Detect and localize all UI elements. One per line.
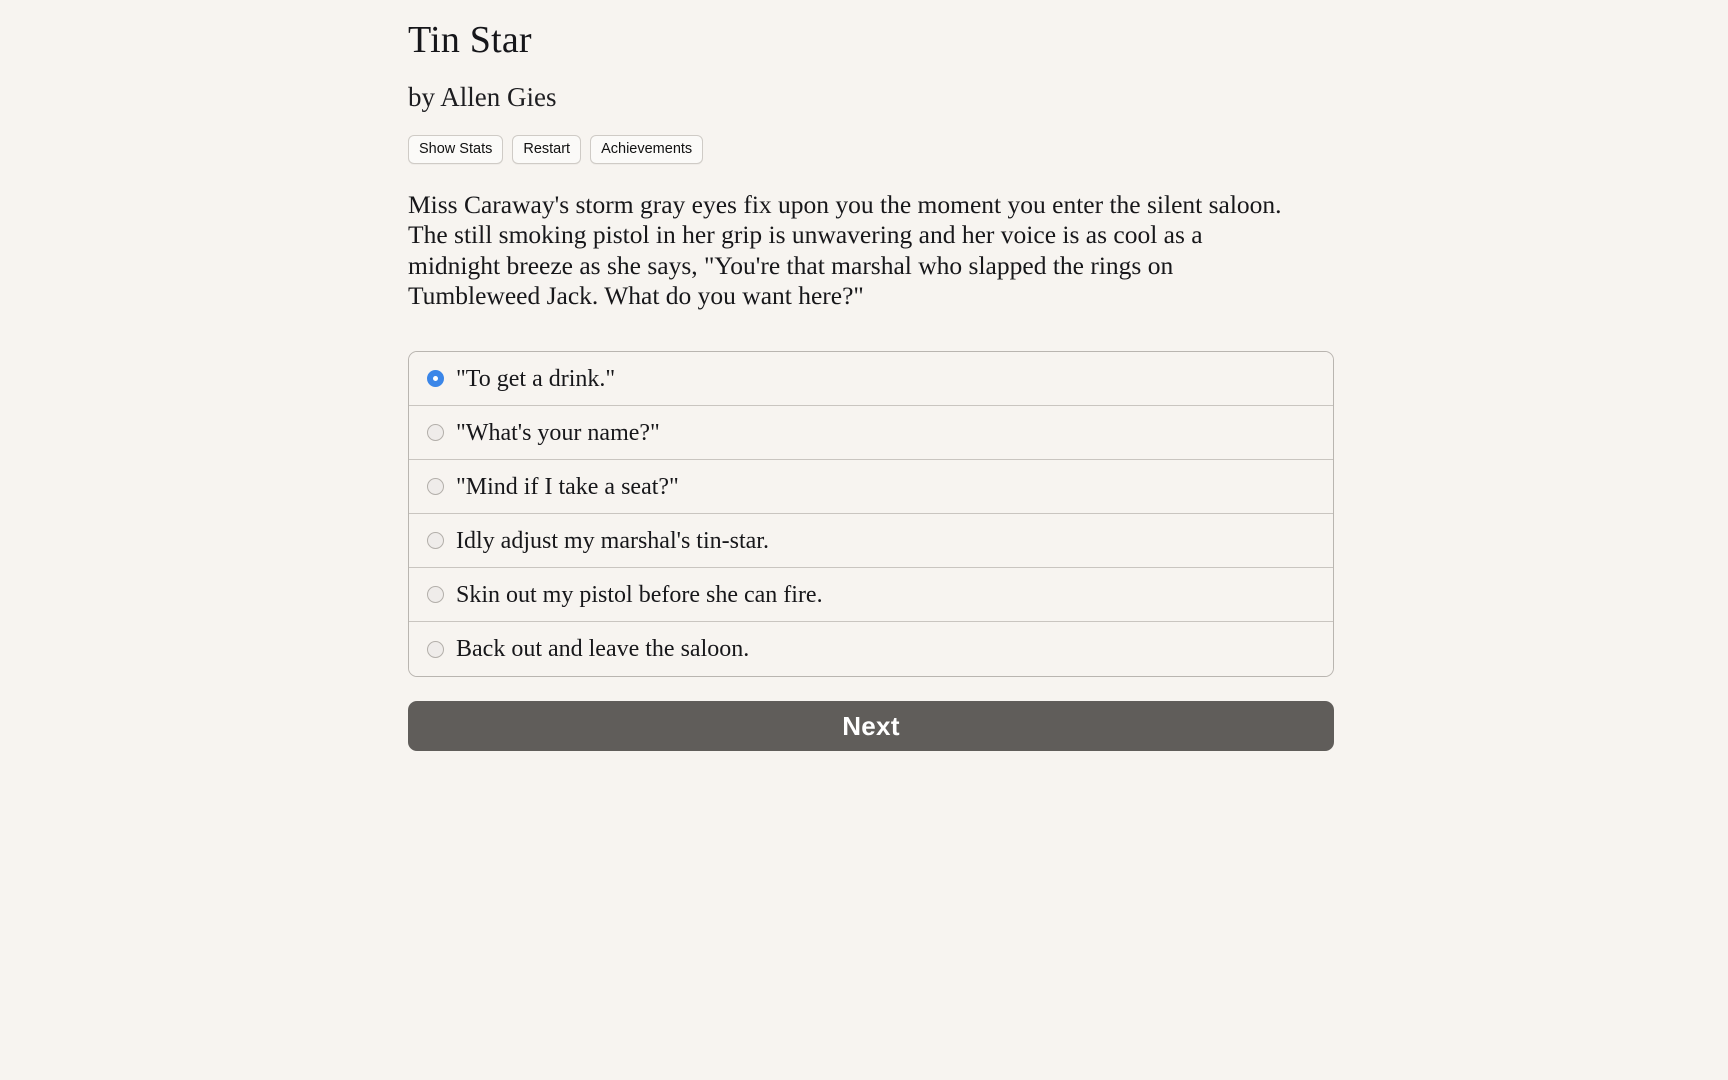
- next-button[interactable]: Next: [408, 701, 1334, 752]
- choice-label: "To get a drink.": [456, 365, 616, 392]
- choice-option-4[interactable]: Idly adjust my marshal's tin-star.: [409, 514, 1333, 569]
- choice-label: Back out and leave the saloon.: [456, 636, 750, 663]
- story-page: Tin Star by Allen Gies Show Stats Restar…: [0, 0, 1728, 1080]
- choice-option-5[interactable]: Skin out my pistol before she can fire.: [409, 568, 1333, 623]
- radio-icon[interactable]: [427, 532, 444, 550]
- choice-label: Idly adjust my marshal's tin-star.: [456, 527, 769, 554]
- radio-icon-selected[interactable]: [427, 370, 444, 388]
- radio-icon[interactable]: [427, 640, 444, 658]
- choice-list: "To get a drink." "What's your name?" "M…: [408, 351, 1334, 678]
- achievements-button[interactable]: Achievements: [590, 134, 704, 164]
- choice-label: "What's your name?": [456, 419, 660, 446]
- radio-icon[interactable]: [427, 424, 444, 442]
- choice-option-3[interactable]: "Mind if I take a seat?": [409, 460, 1333, 515]
- story-content: Tin Star by Allen Gies Show Stats Restar…: [408, 0, 1336, 752]
- restart-button[interactable]: Restart: [512, 134, 582, 164]
- choice-option-2[interactable]: "What's your name?": [409, 406, 1333, 461]
- toolbar: Show Stats Restart Achievements: [408, 113, 1336, 164]
- story-passage: Miss Caraway's storm gray eyes fix upon …: [408, 189, 1282, 310]
- radio-icon[interactable]: [427, 586, 444, 604]
- choice-label: Skin out my pistol before she can fire.: [456, 581, 823, 608]
- page-title: Tin Star: [408, 19, 532, 61]
- choice-option-1[interactable]: "To get a drink.": [409, 352, 1333, 407]
- show-stats-button[interactable]: Show Stats: [408, 134, 504, 164]
- choice-label: "Mind if I take a seat?": [456, 473, 679, 500]
- choice-option-6[interactable]: Back out and leave the saloon.: [409, 622, 1333, 677]
- radio-icon[interactable]: [427, 478, 444, 496]
- author-byline: by Allen Gies: [408, 81, 557, 112]
